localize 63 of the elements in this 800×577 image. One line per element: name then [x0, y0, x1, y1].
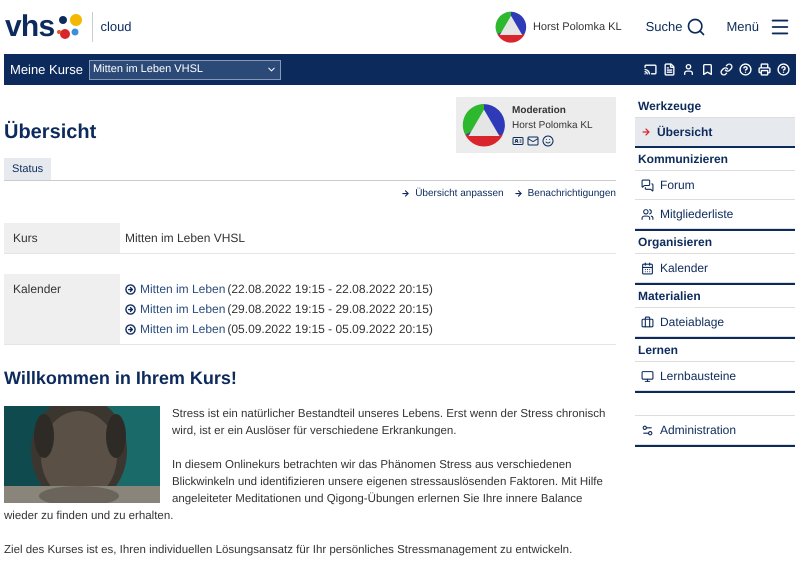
sidebar-heading: Lernen: [638, 342, 678, 359]
sidebar-item[interactable]: Kalender: [635, 254, 795, 283]
logo[interactable]: vhs: [5, 12, 54, 42]
link-icon[interactable]: [720, 63, 733, 76]
sidebar-heading: Kommunizieren: [638, 151, 728, 168]
event-time: (29.08.2022 19:15 - 29.08.2022 20:15): [227, 301, 433, 318]
arrow-circle-icon: [125, 304, 136, 314]
arrow-icon: [514, 189, 523, 198]
calendar-link[interactable]: Mitten im Leben: [140, 280, 226, 298]
moderation-label: Moderation: [512, 104, 567, 118]
calendar-link[interactable]: Mitten im Leben: [140, 320, 226, 338]
event-time: (05.09.2022 19:15 - 05.09.2022 20:15): [227, 321, 433, 338]
calendar-link[interactable]: Mitten im Leben: [140, 300, 226, 318]
welcome-heading: Willkommen in Ihrem Kurs!: [4, 367, 238, 390]
arrow-circle-icon: [125, 324, 136, 334]
avatar-icon: [462, 103, 506, 147]
help-bubble-icon[interactable]: [739, 63, 752, 76]
info-value: Mitten im Leben VHSL: [125, 230, 246, 247]
user-icon[interactable]: [682, 63, 695, 76]
briefcase-icon: [641, 316, 654, 328]
document-icon[interactable]: [663, 63, 676, 76]
moderator-name[interactable]: Horst Polomka KL: [512, 118, 593, 133]
arrow-icon: [401, 189, 410, 198]
arrow-icon: [641, 127, 651, 137]
sidebar-item[interactable]: Administration: [635, 416, 795, 445]
bookmark-icon[interactable]: [701, 63, 714, 76]
navbar-label: Meine Kurse: [10, 60, 83, 79]
paragraph: In diesem Onlinekurs betrachten wir das Phänomen Stress aus verschiedenen Blickwinkeln und identifizieren unsere eigenen stressauslösenden Faktoren. Mit Hilfe angeleiteter Meditationen und Qigong-Übungen erlernen Sie Ihre innere Balance wieder zu finden und zu erhalten.: [4, 458, 604, 524]
action-link[interactable]: Benachrichtigungen: [514, 186, 616, 201]
users-icon: [641, 208, 654, 220]
menu-button[interactable]: Menü: [726, 16, 791, 38]
forum-icon: [641, 178, 654, 192]
cast-icon[interactable]: [644, 63, 657, 76]
search-button[interactable]: Suche: [646, 17, 706, 37]
calendar-icon: [641, 262, 654, 274]
sidebar-item[interactable]: Lernbausteine: [635, 362, 795, 391]
help-icon[interactable]: [777, 63, 790, 76]
sidebar-heading: Materialien: [638, 288, 701, 305]
mail-icon[interactable]: [527, 135, 539, 147]
avatar-icon: [494, 11, 527, 43]
info-label-cell: Kalender: [4, 274, 120, 344]
sidebar-item[interactable]: Mitgliederliste: [635, 200, 795, 229]
event-time: (22.08.2022 19:15 - 22.08.2022 20:15): [227, 281, 433, 298]
info-label-cell: Kurs: [4, 223, 120, 253]
action-link[interactable]: Übersicht anpassen: [401, 186, 504, 201]
monitor-icon: [641, 370, 654, 382]
sidebar-heading: Organisieren: [638, 234, 712, 251]
print-icon[interactable]: [758, 63, 771, 76]
contact-card-icon[interactable]: [512, 135, 524, 147]
paragraph: Stress ist ein natürlicher Bestandteil unseres Lebens. Erst wenn der Stress chronisch wird, ist er ein Auslöser für verschiedene Erkrankungen.: [171, 407, 606, 439]
search-icon: [686, 17, 706, 37]
sidebar-heading: Werkzeuge: [638, 98, 702, 115]
logo-subtitle: cloud: [100, 18, 132, 36]
course-select[interactable]: Mitten im Leben VHSL: [88, 60, 281, 80]
sidebar-item[interactable]: Forum: [635, 171, 795, 200]
sidebar-item[interactable]: Übersicht: [635, 118, 795, 146]
tab[interactable]: Status: [4, 158, 52, 180]
arrow-circle-icon: [125, 284, 136, 294]
page-title: Übersicht: [4, 120, 96, 145]
user-name[interactable]: Horst Polomka KL: [532, 18, 622, 36]
sidebar-item[interactable]: Dateiablage: [635, 308, 795, 337]
smiley-icon[interactable]: [542, 135, 554, 147]
paragraph: Ziel des Kurses ist es, Ihren individuellen Lösungsansatz für Ihr persönliches Stressmanagement zu entwickeln.: [4, 543, 574, 558]
